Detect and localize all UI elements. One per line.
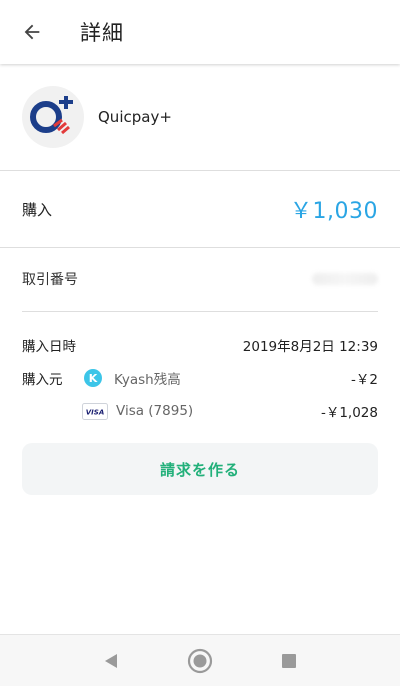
datetime-value: 2019年8月2日 12:39: [242, 339, 378, 355]
merchant-name: Quicpay+: [98, 108, 172, 126]
triangle-back-icon: [104, 653, 117, 668]
circle-home-icon: [187, 648, 213, 673]
back-button[interactable]: [0, 0, 64, 64]
purchase-label: 購入: [22, 200, 53, 219]
source-amount: -￥2: [351, 372, 378, 388]
kyash-icon: K: [82, 367, 104, 389]
square-recents-icon: [282, 653, 297, 668]
source-label: 購入元: [22, 372, 63, 388]
purchase-row: 購入 ￥1,030: [0, 171, 400, 247]
purchase-amount: ￥1,030: [290, 199, 378, 224]
visa-card-icon: VISA: [82, 400, 108, 422]
merchant-header: Quicpay+: [0, 64, 400, 170]
page-title: 詳細: [80, 21, 124, 45]
datetime-label: 購入日時: [22, 339, 76, 355]
source-amount: -￥1,028: [320, 405, 378, 421]
nav-recents-button[interactable]: [269, 641, 309, 681]
app-bar: 詳細: [0, 0, 400, 64]
arrow-left-icon: [24, 24, 40, 40]
transaction-number-value: [312, 273, 378, 285]
source-row: 購入元 K Kyash残高 -￥2: [22, 363, 378, 393]
quicpay-logo-icon: [22, 86, 84, 148]
source-name: Kyash残高: [114, 372, 181, 388]
create-request-button[interactable]: 請求を作る: [22, 443, 378, 495]
source-row: VISA Visa (7895) -￥1,028: [22, 396, 378, 426]
transaction-number-label: 取引番号: [22, 272, 78, 288]
source-name: Visa (7895): [116, 403, 194, 419]
nav-home-button[interactable]: [180, 641, 220, 681]
transaction-number-row: 取引番号: [0, 248, 400, 310]
system-navigation-bar: [0, 634, 400, 686]
svg-text:VISA: VISA: [86, 408, 104, 416]
create-request-label: 請求を作る: [159, 460, 240, 479]
svg-text:K: K: [89, 372, 98, 385]
purchase-datetime-row: 購入日時 2019年8月2日 12:39: [22, 330, 378, 360]
divider: [22, 311, 378, 312]
nav-back-button[interactable]: [91, 641, 131, 681]
